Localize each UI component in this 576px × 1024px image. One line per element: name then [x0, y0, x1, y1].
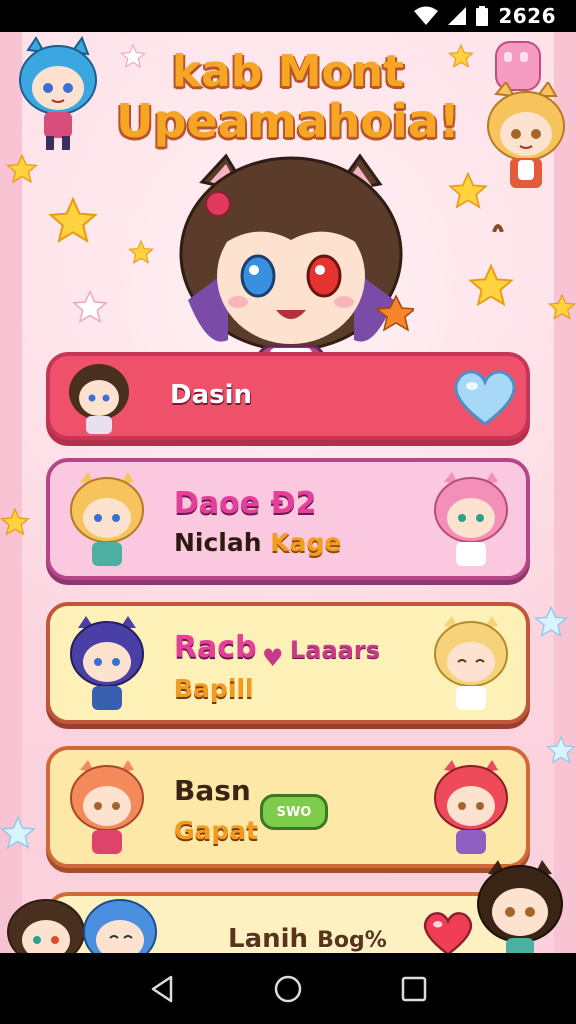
card-title: Basn	[174, 774, 251, 807]
star-icon	[128, 240, 154, 264]
avatar	[434, 472, 508, 566]
star-icon	[0, 508, 30, 536]
back-icon[interactable]	[149, 975, 175, 1003]
card-tag: Laaars	[290, 636, 380, 664]
list-item[interactable]: Racb ♥ Laaars Bapill	[46, 602, 530, 724]
avatar	[69, 364, 129, 434]
card-title: Racb	[174, 630, 257, 665]
star-icon	[468, 264, 514, 307]
chibi-character-blue	[83, 899, 157, 953]
chibi-character-blue-hair	[19, 36, 97, 150]
star-icon	[6, 154, 38, 184]
heart-connector-icon: ♥	[262, 644, 284, 672]
avatar	[434, 616, 508, 710]
heart-icon[interactable]	[452, 368, 518, 426]
battery-icon	[476, 6, 489, 26]
chibi-character-dark-hair	[477, 860, 563, 953]
card-title: Dasin	[170, 380, 253, 410]
star-icon	[548, 294, 576, 320]
list-item[interactable]: Dasin	[46, 352, 530, 440]
chibi-character-blonde	[487, 82, 565, 232]
heart-icon[interactable]	[422, 910, 474, 953]
star-icon	[48, 197, 98, 243]
star-icon	[534, 606, 568, 638]
recents-icon[interactable]	[401, 976, 427, 1002]
list-item[interactable]: Daoe Ð2 Niclah Kage	[46, 458, 530, 580]
title-line-2: Upeamahoia!	[116, 94, 460, 148]
card-subtitle: Niclah Kage	[174, 528, 342, 557]
app-screen: kab Mont Upeamahoia! Dasin Daoe Ð2 Nicla…	[0, 32, 576, 953]
card-subtitle: Gapat	[174, 816, 259, 845]
card-title: Daoe Ð2	[174, 486, 317, 521]
avatar	[434, 760, 508, 854]
star-icon	[546, 736, 576, 764]
status-time: 2626	[498, 4, 556, 28]
avatar	[70, 616, 144, 710]
avatar	[70, 472, 144, 566]
card-subtitle: Bapill	[174, 674, 254, 703]
app-title: kab Mont Upeamahoia!	[110, 46, 466, 148]
title-line-1: kab Mont	[171, 46, 405, 97]
star-icon	[0, 816, 36, 850]
wifi-icon	[414, 6, 439, 26]
avatar	[70, 760, 144, 854]
list-item[interactable]: Basn SWO Gapat	[46, 746, 530, 868]
status-bar: 2626	[0, 0, 576, 32]
chat-badge[interactable]: SWO	[260, 794, 328, 830]
card-title: Lanih Bog%	[228, 924, 387, 953]
navigation-bar	[0, 953, 576, 1024]
signal-icon	[448, 7, 467, 25]
home-icon[interactable]	[273, 974, 303, 1004]
star-icon	[72, 290, 108, 324]
chibi-character-brown	[7, 899, 85, 953]
